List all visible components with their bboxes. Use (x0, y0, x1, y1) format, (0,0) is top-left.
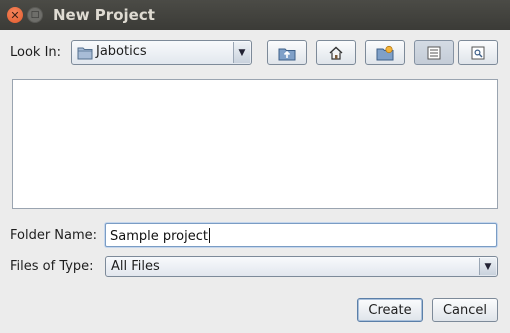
cancel-button[interactable]: Cancel (432, 298, 498, 322)
look-in-value: Jabotics (96, 44, 147, 59)
close-window-button[interactable]: ✕ (7, 7, 23, 23)
look-in-label: Look In: (10, 45, 62, 60)
new-project-dialog: ✕ □ New Project Look In: Jabotics ▼ Fold… (0, 0, 510, 333)
folder-name-field[interactable]: Sample project (105, 223, 497, 247)
folder-up-icon (278, 45, 296, 61)
details-view-icon (470, 46, 486, 60)
details-view-button[interactable] (458, 40, 498, 65)
list-view-button[interactable] (414, 40, 454, 65)
title-bar: ✕ □ New Project (0, 0, 510, 30)
folder-name-label: Folder Name: (10, 228, 98, 243)
up-one-level-button[interactable] (267, 40, 307, 65)
files-of-type-label: Files of Type: (10, 259, 94, 274)
home-button[interactable] (316, 40, 356, 65)
folder-name-text: Sample project (110, 229, 208, 244)
file-list-pane[interactable] (12, 79, 498, 209)
folder-name-value: Sample project (110, 228, 210, 244)
chevron-down-icon[interactable]: ▼ (479, 258, 496, 275)
home-icon (328, 45, 344, 61)
files-of-type-value: All Files (111, 259, 160, 274)
folder-icon (77, 46, 93, 60)
window-title: New Project (53, 6, 155, 24)
maximize-window-button[interactable]: □ (27, 7, 43, 23)
text-caret (209, 228, 210, 243)
look-in-combobox[interactable]: Jabotics ▼ (71, 40, 252, 65)
close-icon: ✕ (10, 8, 20, 22)
new-folder-icon (376, 45, 394, 61)
list-view-icon (426, 46, 442, 60)
new-folder-button[interactable] (365, 40, 405, 65)
files-of-type-combobox[interactable]: All Files ▼ (105, 256, 498, 277)
create-button[interactable]: Create (357, 298, 423, 322)
chevron-down-icon[interactable]: ▼ (233, 42, 250, 63)
maximize-icon: □ (30, 9, 40, 20)
